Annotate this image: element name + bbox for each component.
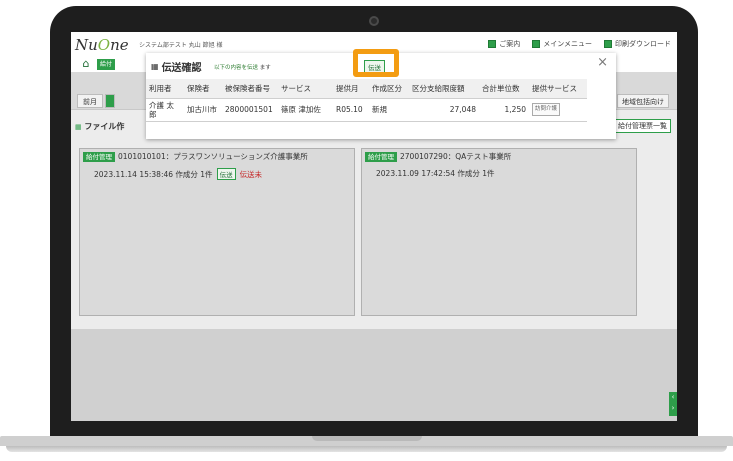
- card-tag: 給付管理: [365, 152, 397, 162]
- empty-area: [71, 329, 677, 421]
- column-header: 被保険者番号: [222, 79, 278, 99]
- file-panel-title: ▦ ファイル作: [75, 122, 125, 131]
- home-icon[interactable]: ⌂: [79, 57, 93, 70]
- transmission-confirm-dialog: ▦ 伝送確認 以下の内容を伝送 ます 伝送 × 利用者 保険者 被保険者番号 サー…: [146, 49, 616, 139]
- sub-tabs: 前月: [77, 94, 115, 108]
- card-line: 2023.11.09 17:42:54 作成分 1件: [376, 169, 495, 178]
- nav-guide[interactable]: ご案内: [488, 39, 520, 49]
- grid-icon: [532, 40, 541, 48]
- card-line: 2023.11.14 15:38:46 作成分 1件 伝送 伝送未: [94, 168, 263, 180]
- service-badge: 訪問介護: [532, 103, 561, 116]
- tab-previous-month[interactable]: 前月: [77, 94, 103, 108]
- kyufu-list-button[interactable]: 給付管理票一覧: [614, 119, 671, 133]
- card-send-button[interactable]: 伝送: [216, 168, 236, 180]
- card-tag: 給付管理: [83, 152, 115, 162]
- column-header: 提供月: [333, 79, 369, 99]
- file-card: 給付管理 0101010101：プラスワンソリューションズ介護事業所 2023.1…: [79, 148, 355, 316]
- transmission-table: 利用者 保険者 被保険者番号 サービス 提供月 作成区分 区分支給限度額 合計単…: [146, 79, 587, 122]
- app-screen: NuOne システム部テスト 丸山 節旭 様 ご案内 メインメニュー 印刷ダウン…: [71, 32, 677, 421]
- column-header: 作成区分: [369, 79, 409, 99]
- dialog-title: ▦ 伝送確認: [151, 62, 202, 74]
- column-header: 区分支給限度額: [409, 79, 479, 99]
- laptop-base: [0, 436, 733, 461]
- column-header: 合計単位数: [479, 79, 529, 99]
- cell-insurer: 加古川市: [184, 98, 222, 122]
- card-heading: 給付管理 0101010101：プラスワンソリューションズ介護事業所: [80, 149, 354, 162]
- cell-limit: 27,048: [409, 98, 479, 122]
- chevron-right-icon: ›: [671, 404, 675, 412]
- grid-icon: ▦: [75, 123, 82, 131]
- column-header: 保険者: [184, 79, 222, 99]
- user-info: システム部テスト 丸山 節旭 様: [139, 42, 223, 49]
- chevron-left-icon: ‹: [671, 393, 675, 401]
- grid-icon: [604, 40, 612, 48]
- file-panel: ▦ ファイル作 給付管理票一覧 給付管理 0101010101：プラスワンソリュー…: [71, 109, 677, 329]
- base-bottom: [6, 446, 727, 452]
- cell-category: 新規: [369, 98, 409, 122]
- grid-icon: [488, 40, 497, 48]
- cell-month: R05.10: [333, 98, 369, 122]
- cell-provided-service: 訪問介護: [529, 98, 587, 122]
- base-notch: [312, 436, 422, 441]
- tab-current-month[interactable]: [105, 94, 115, 108]
- cell-units: 1,250: [479, 98, 529, 122]
- column-header: サービス: [278, 79, 333, 99]
- status-badge: 伝送未: [239, 169, 263, 179]
- logo: NuOne: [75, 36, 129, 54]
- cell-user: 介護 太郎: [146, 98, 184, 122]
- close-icon[interactable]: ×: [597, 55, 608, 70]
- grid-icon: ▦: [151, 62, 159, 71]
- nav-main-menu[interactable]: メインメニュー: [532, 39, 592, 49]
- column-header: 提供サービス: [529, 79, 587, 99]
- camera-icon: [369, 16, 379, 26]
- kyufu-tab[interactable]: 給付: [97, 59, 116, 70]
- table-header-row: 利用者 保険者 被保険者番号 サービス 提供月 作成区分 区分支給限度額 合計単…: [146, 79, 587, 99]
- card-heading: 給付管理 2700107290：QAテスト事業所: [362, 149, 636, 162]
- nav-print-download[interactable]: 印刷ダウンロード: [604, 39, 671, 49]
- cell-insured-number: 2800001501: [222, 98, 278, 122]
- tab-region[interactable]: 地域包括向け: [617, 94, 669, 108]
- file-card: 給付管理 2700107290：QAテスト事業所 2023.11.09 17:42…: [361, 148, 637, 316]
- column-header: 利用者: [146, 79, 184, 99]
- dialog-subtitle: 以下の内容を伝送 ます: [214, 65, 271, 71]
- highlight-box: [353, 49, 399, 77]
- side-toggle[interactable]: ‹ ›: [669, 392, 677, 416]
- table-row: 介護 太郎 加古川市 2800001501 篠原 津加佐 R05.10 新規 2…: [146, 98, 587, 122]
- top-nav: ご案内 メインメニュー 印刷ダウンロード: [488, 39, 671, 49]
- cell-service: 篠原 津加佐: [278, 98, 333, 122]
